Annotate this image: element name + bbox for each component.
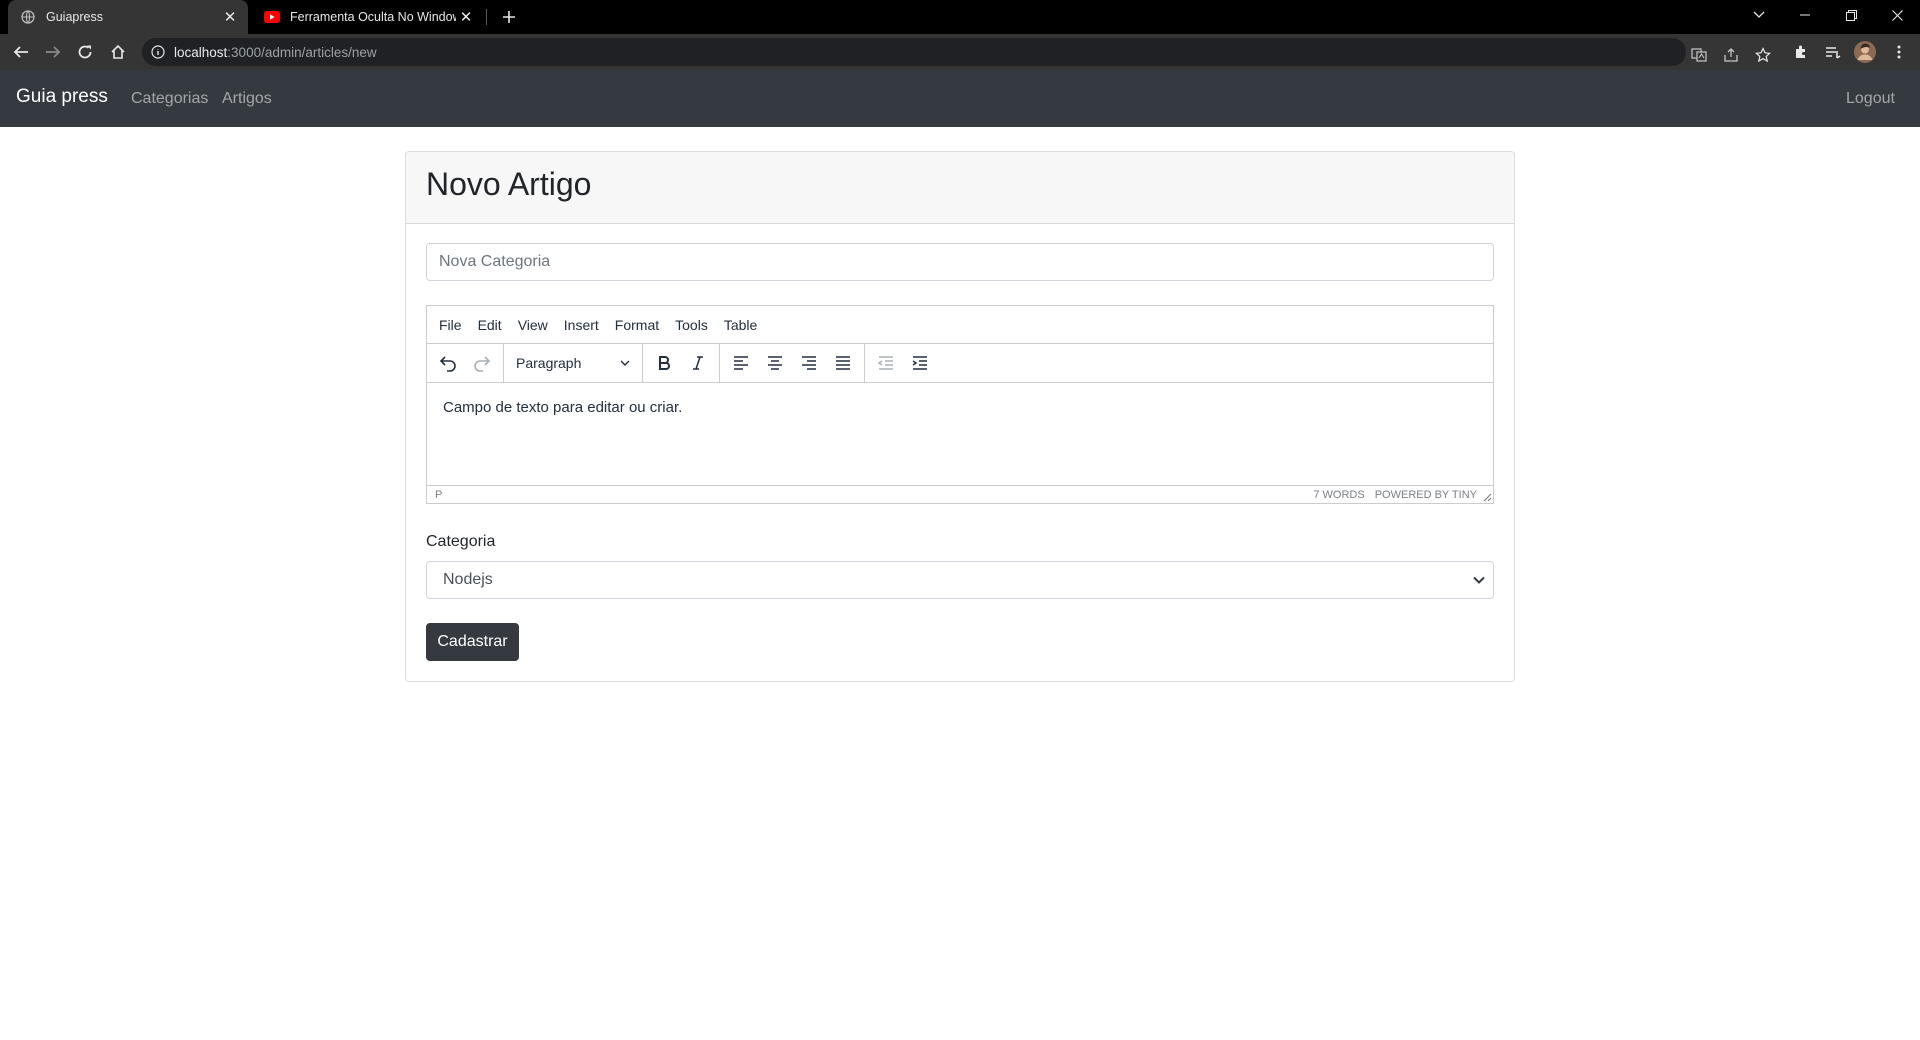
outdent-icon[interactable] bbox=[869, 348, 903, 378]
powered-by-link[interactable]: POWERED BY TINY bbox=[1375, 489, 1477, 501]
browser-tab-strip: Guiapress ✕ Ferramenta Oculta No Windows… bbox=[0, 0, 1920, 34]
editor-menu-table[interactable]: Table bbox=[716, 317, 765, 333]
category-label: Categoria bbox=[426, 533, 496, 550]
tab-title: Guiapress bbox=[46, 10, 103, 24]
bold-icon[interactable] bbox=[647, 348, 681, 378]
close-tab-icon[interactable]: ✕ bbox=[456, 7, 476, 27]
new-tab-icon[interactable] bbox=[497, 5, 521, 29]
word-count[interactable]: 7 WORDS bbox=[1313, 489, 1364, 501]
navbar-brand[interactable]: Guia press bbox=[16, 86, 108, 108]
history-group bbox=[427, 343, 504, 383]
text-style-group bbox=[643, 343, 720, 383]
youtube-icon bbox=[264, 9, 280, 25]
url-text: localhost:3000/admin/articles/new bbox=[174, 44, 377, 60]
browser-tab-youtube[interactable]: Ferramenta Oculta No Windows ✕ bbox=[252, 0, 484, 34]
tab-separator bbox=[486, 9, 487, 25]
tab-title: Ferramenta Oculta No Windows bbox=[290, 10, 456, 24]
alignment-group bbox=[720, 343, 865, 383]
editor-menu-file[interactable]: File bbox=[431, 317, 470, 333]
category-select[interactable]: Nodejs bbox=[426, 561, 1494, 599]
browser-menu-icon[interactable] bbox=[1886, 39, 1912, 65]
back-icon[interactable] bbox=[8, 39, 34, 65]
close-window-icon[interactable] bbox=[1874, 0, 1920, 30]
nav-link-logout[interactable]: Logout bbox=[1846, 90, 1895, 108]
block-format-dropdown[interactable]: Paragraph bbox=[508, 348, 638, 378]
block-format-group: Paragraph bbox=[504, 343, 643, 383]
align-left-icon[interactable] bbox=[724, 348, 758, 378]
page-title: Novo Artigo bbox=[426, 166, 592, 202]
editor-content-area[interactable]: Campo de texto para editar ou criar. bbox=[427, 383, 1493, 485]
align-right-icon[interactable] bbox=[792, 348, 826, 378]
title-placeholder: Nova Categoria bbox=[439, 253, 551, 270]
editor-menu-view[interactable]: View bbox=[510, 317, 556, 333]
editor-menu-tools[interactable]: Tools bbox=[667, 317, 716, 333]
rich-text-editor: File Edit View Insert Format Tools Table… bbox=[426, 305, 1494, 504]
editor-paragraph: Campo de texto para editar ou criar. bbox=[443, 399, 683, 416]
home-icon[interactable] bbox=[105, 39, 131, 65]
nav-link-artigos[interactable]: Artigos bbox=[222, 90, 272, 108]
italic-icon[interactable] bbox=[681, 348, 715, 378]
forward-icon[interactable] bbox=[40, 39, 66, 65]
chevron-down-icon bbox=[1473, 576, 1485, 584]
minimize-icon[interactable] bbox=[1782, 0, 1828, 30]
category-selected-value: Nodejs bbox=[443, 571, 493, 588]
reading-list-icon[interactable] bbox=[1820, 39, 1846, 65]
block-format-value: Paragraph bbox=[516, 355, 582, 371]
address-bar[interactable]: localhost:3000/admin/articles/new bbox=[142, 38, 1771, 66]
tab-search-icon[interactable] bbox=[1736, 0, 1782, 30]
indent-group bbox=[865, 344, 941, 383]
nav-link-categorias[interactable]: Categorias bbox=[131, 90, 208, 108]
editor-toolbar: Paragraph bbox=[427, 343, 1493, 383]
profile-avatar[interactable] bbox=[1852, 39, 1878, 65]
site-info-icon[interactable] bbox=[150, 44, 166, 60]
article-form-card: Novo Artigo Nova Categoria File Edit Vie… bbox=[405, 151, 1515, 682]
site-navbar: Guia press Categorias Artigos Logout bbox=[0, 70, 1920, 127]
align-center-icon[interactable] bbox=[758, 348, 792, 378]
element-path[interactable]: P bbox=[435, 489, 442, 501]
indent-icon[interactable] bbox=[903, 348, 937, 378]
close-tab-icon[interactable]: ✕ bbox=[220, 7, 240, 27]
translate-icon[interactable] bbox=[1688, 44, 1710, 66]
submit-button[interactable]: Cadastrar bbox=[426, 623, 519, 661]
editor-menubar: File Edit View Insert Format Tools Table bbox=[427, 306, 1493, 344]
undo-icon[interactable] bbox=[431, 348, 465, 378]
share-icon[interactable] bbox=[1720, 44, 1742, 66]
globe-icon bbox=[20, 9, 36, 25]
editor-menu-edit[interactable]: Edit bbox=[470, 317, 510, 333]
resize-handle-icon[interactable] bbox=[1482, 492, 1492, 502]
card-header: Novo Artigo bbox=[406, 152, 1514, 224]
editor-menu-format[interactable]: Format bbox=[607, 317, 667, 333]
bookmark-star-icon[interactable] bbox=[1752, 44, 1774, 66]
align-justify-icon[interactable] bbox=[826, 348, 860, 378]
browser-toolbar: localhost:3000/admin/articles/new bbox=[0, 34, 1920, 70]
article-title-input[interactable]: Nova Categoria bbox=[426, 243, 1494, 281]
browser-tab-guiapress[interactable]: Guiapress ✕ bbox=[8, 0, 248, 34]
redo-icon[interactable] bbox=[465, 348, 499, 378]
extensions-icon[interactable] bbox=[1788, 39, 1814, 65]
restore-icon[interactable] bbox=[1828, 0, 1874, 30]
reload-icon[interactable] bbox=[72, 39, 98, 65]
editor-statusbar: P 7 WORDS POWERED BY TINY bbox=[427, 485, 1493, 503]
chevron-down-icon bbox=[620, 360, 630, 366]
editor-menu-insert[interactable]: Insert bbox=[556, 317, 607, 333]
